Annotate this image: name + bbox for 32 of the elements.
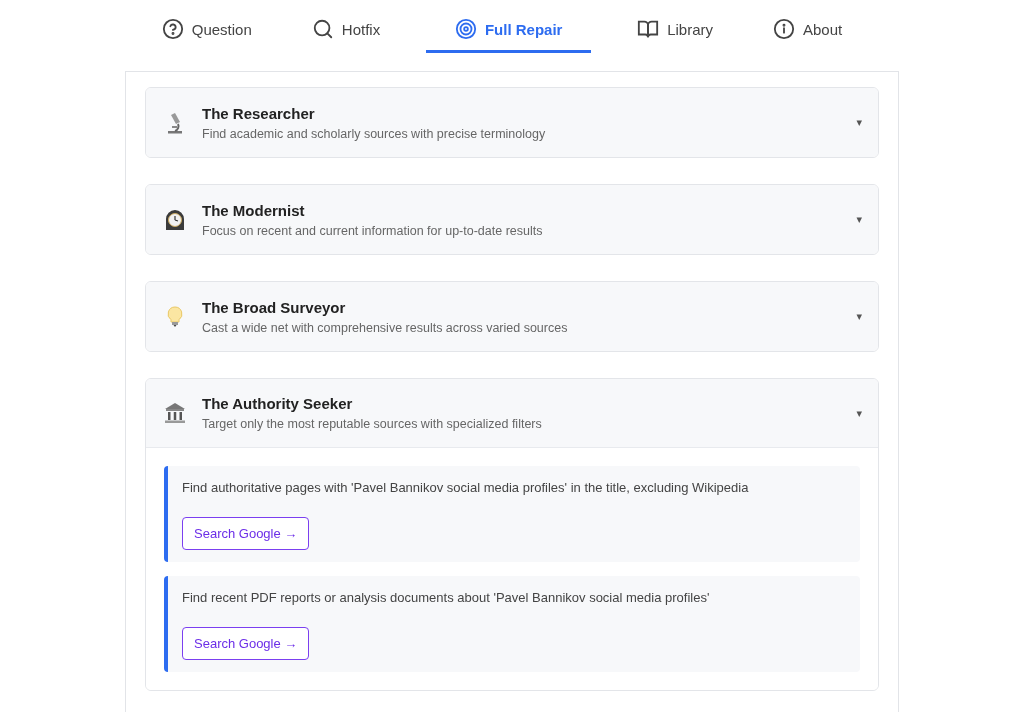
book-icon [637,18,660,40]
tab[interactable]: Question [147,12,266,53]
persona-title: The Broad Surveyor [202,298,347,316]
persona-header[interactable]: The Researcher Find academic and scholarly sources with precise terminology ▾ [146,88,878,157]
persona-title: The Researcher [202,104,316,122]
caret-icon: ▾ [856,310,862,323]
tab[interactable]: Hotfix [297,12,395,53]
target-icon [454,18,477,40]
persona-title: The Modernist [202,201,306,219]
caret-icon: ▾ [856,213,862,226]
query-text: Find authoritative pages with 'Pavel Bannikov social media profiles' in the title, excluding Wikipedia [182,480,750,495]
question-icon [161,18,184,40]
persona-description: Cast a wide net with comprehensive results across varied sources [202,320,569,335]
query-text: Find recent PDF reports or analysis documents about 'Pavel Bannikov social media profiles' [182,590,711,605]
search-google-button[interactable]: Search Google → [182,517,310,550]
persona-description: Focus on recent and current information for up-to-date results [202,223,544,238]
building-icon [163,401,187,425]
tab[interactable]: About [759,12,857,53]
search-icon [311,18,334,40]
persona-title: The Authority Seeker [202,395,354,412]
info-icon [773,18,795,40]
search-google-button[interactable]: Search Google → [182,627,310,660]
tab[interactable]: Full Repair [426,12,592,53]
caret-icon: ▾ [856,116,862,129]
tab[interactable]: Library [623,12,727,53]
caret-icon: ▾ [856,406,862,420]
persona-description: Target only the most reputable sources with specialized filters [202,417,543,431]
persona-header[interactable]: The Modernist Focus on recent and current information for up-to-date results ▾ [146,185,878,254]
persona-header[interactable]: The Broad Surveyor Cast a wide net with comprehensive results across varied sources ▾ [146,282,878,351]
persona-header[interactable]: The Authority Seeker Target only the most reputable sources with specialized filters ▾ [146,379,878,448]
clock-icon [163,207,187,232]
persona-description: Find academic and scholarly sources with precise terminology [202,126,547,141]
